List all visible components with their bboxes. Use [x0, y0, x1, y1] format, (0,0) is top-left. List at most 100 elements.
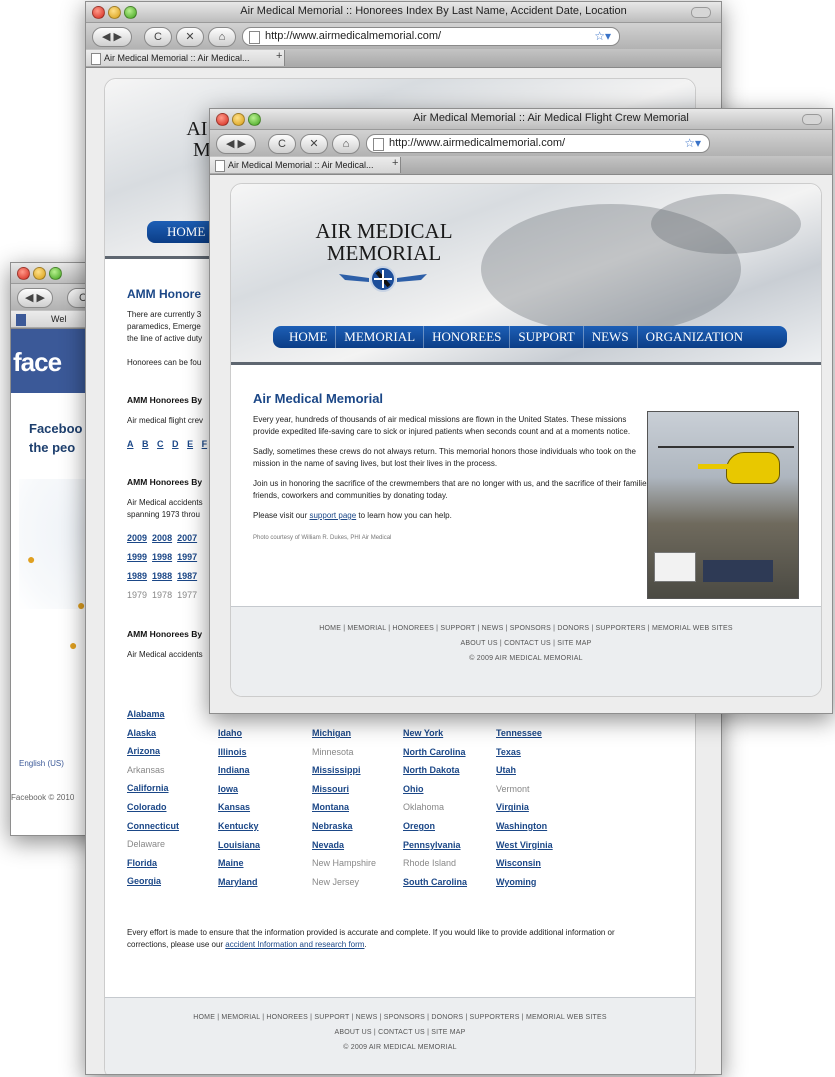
state-link[interactable]: Oregon	[403, 817, 467, 836]
close-icon[interactable]	[17, 267, 30, 280]
research-form-link[interactable]: accident Information and research form	[225, 940, 364, 949]
honorees-titlebar[interactable]: Air Medical Memorial :: Honorees Index B…	[86, 2, 721, 23]
state-link[interactable]: Montana	[312, 798, 376, 817]
year-link[interactable]: 1997	[177, 552, 197, 562]
home-button[interactable]: ⌂	[208, 27, 236, 47]
stop-button[interactable]: ✕	[176, 27, 204, 47]
ambulance	[654, 552, 696, 582]
year-link[interactable]: 1988	[152, 571, 172, 581]
state-link[interactable]: Virginia	[496, 798, 553, 817]
state-link[interactable]: Alaska	[127, 724, 179, 743]
toolbar-toggle-button[interactable]	[802, 114, 822, 125]
facebook-language[interactable]: English (US)	[19, 759, 64, 768]
state-link[interactable]: California	[127, 779, 179, 798]
state-link[interactable]: Illinois	[218, 743, 260, 762]
helicopter-tail	[698, 464, 730, 469]
state-link[interactable]: Wyoming	[496, 873, 553, 892]
intro-paragraph: Every year, hundreds of thousands of air…	[253, 415, 631, 436]
state-link[interactable]: Tennessee	[496, 724, 553, 743]
home-button[interactable]: ⌂	[332, 134, 360, 154]
state-link[interactable]: Georgia	[127, 872, 179, 891]
state-link[interactable]: Alabama	[127, 705, 179, 724]
year-link[interactable]: 2007	[177, 533, 197, 543]
state-link[interactable]: Nevada	[312, 836, 376, 855]
state-link[interactable]: Idaho	[218, 724, 260, 743]
state-link[interactable]: West Virginia	[496, 836, 553, 855]
reload-button[interactable]: C	[144, 27, 172, 47]
state-link[interactable]: Iowa	[218, 780, 260, 799]
letter-link[interactable]: C	[157, 439, 164, 449]
footer-links[interactable]: ABOUT US | CONTACT US | SITE MAP	[105, 1029, 695, 1036]
year-link[interactable]: 1989	[127, 571, 147, 581]
toolbar-toggle-button[interactable]	[691, 7, 711, 18]
new-tab-button[interactable]: +	[392, 157, 398, 169]
url-bar[interactable]: http://www.airmedicalmemorial.com/ ☆▾	[242, 27, 620, 46]
state-link[interactable]: Maryland	[218, 873, 260, 892]
state-link[interactable]: Texas	[496, 743, 553, 762]
state-link[interactable]: North Carolina	[403, 743, 467, 762]
back-forward-button[interactable]: ◀ ▶	[92, 27, 132, 47]
new-tab-button[interactable]: +	[276, 50, 282, 62]
nav-memorial[interactable]: MEMORIAL	[336, 326, 425, 348]
back-button[interactable]: ◀ ▶	[17, 288, 53, 308]
state-link[interactable]: Kansas	[218, 798, 260, 817]
year-text: 1978	[152, 590, 173, 600]
reload-button[interactable]: C	[268, 134, 296, 154]
state-link[interactable]: Washington	[496, 817, 553, 836]
nav-news[interactable]: NEWS	[584, 326, 638, 348]
letter-link[interactable]: B	[142, 439, 149, 449]
state-link[interactable]: Mississippi	[312, 761, 376, 780]
logo-line-2: MEMORIAL	[326, 241, 442, 266]
state-text: New Hampshire	[312, 858, 377, 869]
honorees-tab[interactable]: Air Medical Memorial :: Air Medical...	[86, 50, 285, 66]
state-link[interactable]: Colorado	[127, 798, 179, 817]
year-link[interactable]: 1999	[127, 552, 147, 562]
minimize-icon[interactable]	[33, 267, 46, 280]
footer-nav[interactable]: HOME | MEMORIAL | HONOREES | SUPPORT | N…	[231, 625, 821, 632]
facebook-logo[interactable]: face	[13, 347, 62, 378]
nav-honorees[interactable]: HONOREES	[424, 326, 511, 348]
year-link[interactable]: 1998	[152, 552, 172, 562]
state-link[interactable]: Ohio	[403, 780, 467, 799]
letter-link[interactable]: A	[127, 439, 134, 449]
back-forward-button[interactable]: ◀ ▶	[216, 134, 256, 154]
year-link[interactable]: 1987	[177, 571, 197, 581]
stop-button[interactable]: ✕	[300, 134, 328, 154]
memorial-tab[interactable]: Air Medical Memorial :: Air Medical...	[210, 157, 401, 173]
url-bar[interactable]: http://www.airmedicalmemorial.com/ ☆▾	[366, 134, 710, 153]
nav-home[interactable]: HOME	[147, 221, 213, 243]
footer-links[interactable]: ABOUT US | CONTACT US | SITE MAP	[231, 640, 821, 647]
honorees-logo-partial: AI M	[186, 118, 211, 161]
state-link[interactable]: Arizona	[127, 742, 179, 761]
state-link[interactable]: Florida	[127, 854, 179, 873]
zoom-icon[interactable]	[49, 267, 62, 280]
year-link[interactable]: 2009	[127, 533, 147, 543]
state-link[interactable]: South Carolina	[403, 873, 467, 892]
footer-nav[interactable]: HOME | MEMORIAL | HONOREES | SUPPORT | N…	[105, 1014, 695, 1021]
letter-link[interactable]: E	[187, 439, 193, 449]
state-link[interactable]: Wisconsin	[496, 854, 553, 873]
state-link[interactable]: New York	[403, 724, 467, 743]
memorial-logo[interactable]: AIR MEDICAL MEMORIAL	[309, 220, 459, 264]
bookmark-star-icon[interactable]: ☆▾	[684, 135, 701, 152]
state-link[interactable]: Kentucky	[218, 817, 260, 836]
state-link[interactable]: Connecticut	[127, 817, 179, 836]
state-link[interactable]: Maine	[218, 854, 260, 873]
nav-organization[interactable]: ORGANIZATION	[638, 326, 752, 348]
state-link[interactable]: Utah	[496, 761, 553, 780]
state-link[interactable]: Missouri	[312, 780, 376, 799]
letter-link[interactable]: F	[202, 439, 208, 449]
state-link[interactable]: Louisiana	[218, 836, 260, 855]
state-link[interactable]: Michigan	[312, 724, 376, 743]
year-link[interactable]: 2008	[152, 533, 172, 543]
letter-link[interactable]: D	[172, 439, 179, 449]
state-link[interactable]: North Dakota	[403, 761, 467, 780]
nav-home[interactable]: HOME	[281, 326, 337, 348]
state-link[interactable]: Pennsylvania	[403, 836, 467, 855]
bookmark-star-icon[interactable]: ☆▾	[594, 28, 611, 45]
state-link[interactable]: Nebraska	[312, 817, 376, 836]
nav-support[interactable]: SUPPORT	[510, 326, 584, 348]
state-link[interactable]: Indiana	[218, 761, 260, 780]
memorial-titlebar[interactable]: Air Medical Memorial :: Air Medical Flig…	[210, 109, 832, 130]
support-page-link[interactable]: support page	[309, 511, 356, 520]
